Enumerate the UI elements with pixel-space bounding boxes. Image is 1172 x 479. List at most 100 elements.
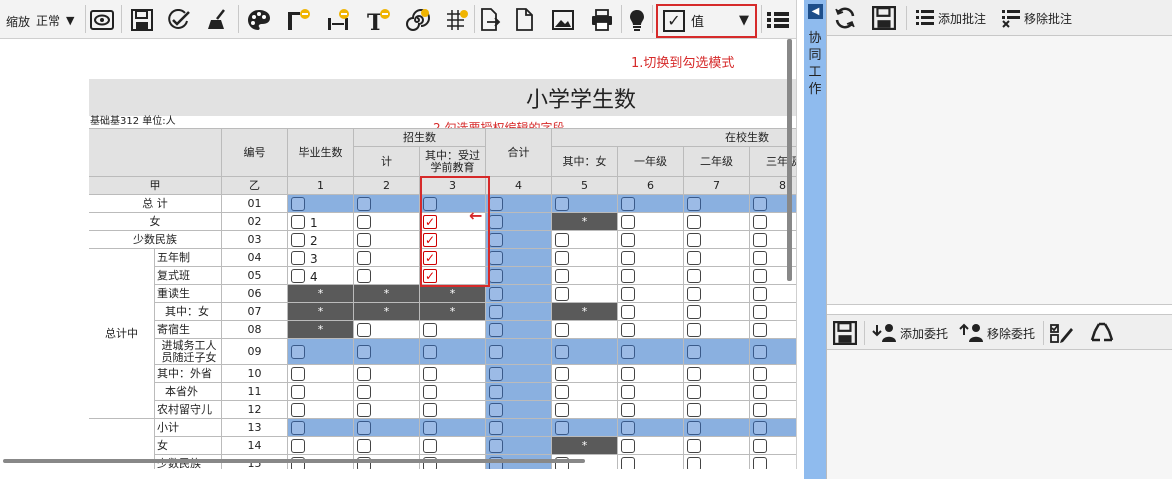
field-checkbox[interactable] bbox=[753, 269, 767, 283]
field-checkbox[interactable] bbox=[555, 385, 569, 399]
field-checkbox[interactable] bbox=[489, 251, 503, 265]
bulb-icon[interactable] bbox=[623, 6, 651, 34]
horizontal-scrollbar[interactable] bbox=[3, 459, 585, 463]
field-checkbox[interactable] bbox=[489, 269, 503, 283]
zoom-select[interactable]: 正常 ▼ bbox=[36, 9, 84, 31]
field-checkbox[interactable] bbox=[621, 287, 635, 301]
field-checkbox[interactable] bbox=[555, 269, 569, 283]
field-checkbox[interactable] bbox=[423, 439, 437, 453]
field-checkbox[interactable] bbox=[423, 367, 437, 381]
field-checkbox[interactable] bbox=[687, 457, 701, 469]
field-checkbox[interactable] bbox=[291, 269, 305, 283]
field-checkbox[interactable] bbox=[489, 421, 503, 435]
export-icon[interactable] bbox=[476, 6, 504, 34]
spiral-icon[interactable] bbox=[404, 6, 432, 34]
field-checkbox[interactable] bbox=[489, 197, 503, 211]
field-checkbox[interactable] bbox=[621, 421, 635, 435]
field-checkbox[interactable] bbox=[291, 385, 305, 399]
field-checkbox[interactable] bbox=[489, 345, 503, 359]
field-checkbox[interactable] bbox=[357, 323, 371, 337]
delegate-list[interactable] bbox=[827, 350, 1172, 479]
field-checkbox[interactable] bbox=[753, 323, 767, 337]
ruler-icon[interactable] bbox=[285, 6, 313, 34]
field-checkbox[interactable] bbox=[423, 345, 437, 359]
field-checkbox[interactable] bbox=[357, 215, 371, 229]
field-checkbox[interactable] bbox=[489, 323, 503, 337]
field-checkbox[interactable] bbox=[555, 345, 569, 359]
field-checkbox[interactable] bbox=[489, 287, 503, 301]
save-icon[interactable] bbox=[872, 6, 896, 30]
field-checkbox[interactable] bbox=[687, 439, 701, 453]
grid-icon[interactable] bbox=[443, 6, 471, 34]
field-checkbox[interactable] bbox=[621, 233, 635, 247]
field-checkbox[interactable] bbox=[357, 345, 371, 359]
field-checkbox[interactable] bbox=[555, 233, 569, 247]
recycle-icon[interactable] bbox=[1089, 321, 1115, 345]
field-checkbox[interactable] bbox=[555, 197, 569, 211]
field-checkbox[interactable] bbox=[291, 233, 305, 247]
eye-icon[interactable] bbox=[88, 6, 116, 34]
list-icon[interactable] bbox=[764, 6, 792, 34]
field-checkbox[interactable] bbox=[753, 215, 767, 229]
collab-sidebar[interactable]: ◀ 协同工作 bbox=[804, 0, 826, 479]
field-checkbox[interactable] bbox=[423, 421, 437, 435]
font-icon[interactable]: T bbox=[364, 6, 392, 34]
column-width-icon[interactable] bbox=[325, 6, 353, 34]
field-checkbox[interactable] bbox=[489, 439, 503, 453]
field-checkbox[interactable] bbox=[753, 305, 767, 319]
field-checkbox[interactable] bbox=[357, 251, 371, 265]
field-checkbox[interactable] bbox=[753, 233, 767, 247]
field-checkbox[interactable] bbox=[357, 197, 371, 211]
field-checkbox[interactable] bbox=[687, 345, 701, 359]
field-checkbox[interactable] bbox=[687, 403, 701, 417]
field-checkbox[interactable] bbox=[621, 251, 635, 265]
field-checkbox[interactable] bbox=[357, 269, 371, 283]
field-checkbox[interactable] bbox=[753, 287, 767, 301]
field-checkbox[interactable] bbox=[555, 421, 569, 435]
field-checkbox[interactable] bbox=[423, 323, 437, 337]
remove-delegate-button[interactable]: 移除委托 bbox=[959, 321, 1035, 345]
add-delegate-button[interactable]: 添加委托 bbox=[872, 321, 948, 345]
field-checkbox[interactable] bbox=[291, 251, 305, 265]
field-checkbox[interactable] bbox=[555, 251, 569, 265]
field-checkbox[interactable] bbox=[753, 457, 767, 469]
field-checkbox[interactable] bbox=[357, 421, 371, 435]
field-checkbox[interactable] bbox=[753, 403, 767, 417]
field-checkbox[interactable] bbox=[291, 421, 305, 435]
vertical-scrollbar[interactable] bbox=[787, 39, 792, 281]
field-checkbox[interactable] bbox=[357, 385, 371, 399]
remove-annotation-button[interactable]: 移除批注 bbox=[1000, 6, 1072, 30]
field-checkbox[interactable] bbox=[753, 345, 767, 359]
field-checkbox[interactable] bbox=[489, 233, 503, 247]
field-checkbox[interactable] bbox=[621, 215, 635, 229]
field-checkbox[interactable] bbox=[489, 367, 503, 381]
field-checkbox[interactable] bbox=[555, 323, 569, 337]
field-checkbox[interactable] bbox=[687, 385, 701, 399]
field-checkbox[interactable] bbox=[621, 305, 635, 319]
field-checkbox[interactable] bbox=[687, 367, 701, 381]
field-checkbox[interactable] bbox=[687, 269, 701, 283]
field-checkbox[interactable] bbox=[357, 439, 371, 453]
palette-icon[interactable] bbox=[245, 6, 273, 34]
field-checkbox[interactable] bbox=[291, 197, 305, 211]
field-checkbox[interactable] bbox=[423, 403, 437, 417]
field-checkbox[interactable] bbox=[687, 233, 701, 247]
field-checkbox[interactable] bbox=[291, 439, 305, 453]
field-checkbox[interactable] bbox=[621, 439, 635, 453]
save-icon[interactable] bbox=[833, 321, 857, 345]
field-checkbox[interactable] bbox=[489, 305, 503, 319]
field-checkbox[interactable] bbox=[423, 385, 437, 399]
field-checkbox[interactable] bbox=[621, 403, 635, 417]
field-checkbox[interactable] bbox=[687, 305, 701, 319]
field-checkbox[interactable] bbox=[291, 215, 305, 229]
page-icon[interactable] bbox=[511, 6, 539, 34]
edit-checklist-icon[interactable] bbox=[1049, 321, 1075, 345]
print-icon[interactable] bbox=[588, 6, 616, 34]
save-icon[interactable] bbox=[128, 6, 156, 34]
field-checkbox[interactable] bbox=[489, 385, 503, 399]
field-checkbox[interactable] bbox=[621, 197, 635, 211]
broom-icon[interactable] bbox=[204, 6, 232, 34]
field-checkbox[interactable] bbox=[291, 345, 305, 359]
field-checkbox[interactable] bbox=[291, 403, 305, 417]
field-checkbox[interactable] bbox=[489, 215, 503, 229]
